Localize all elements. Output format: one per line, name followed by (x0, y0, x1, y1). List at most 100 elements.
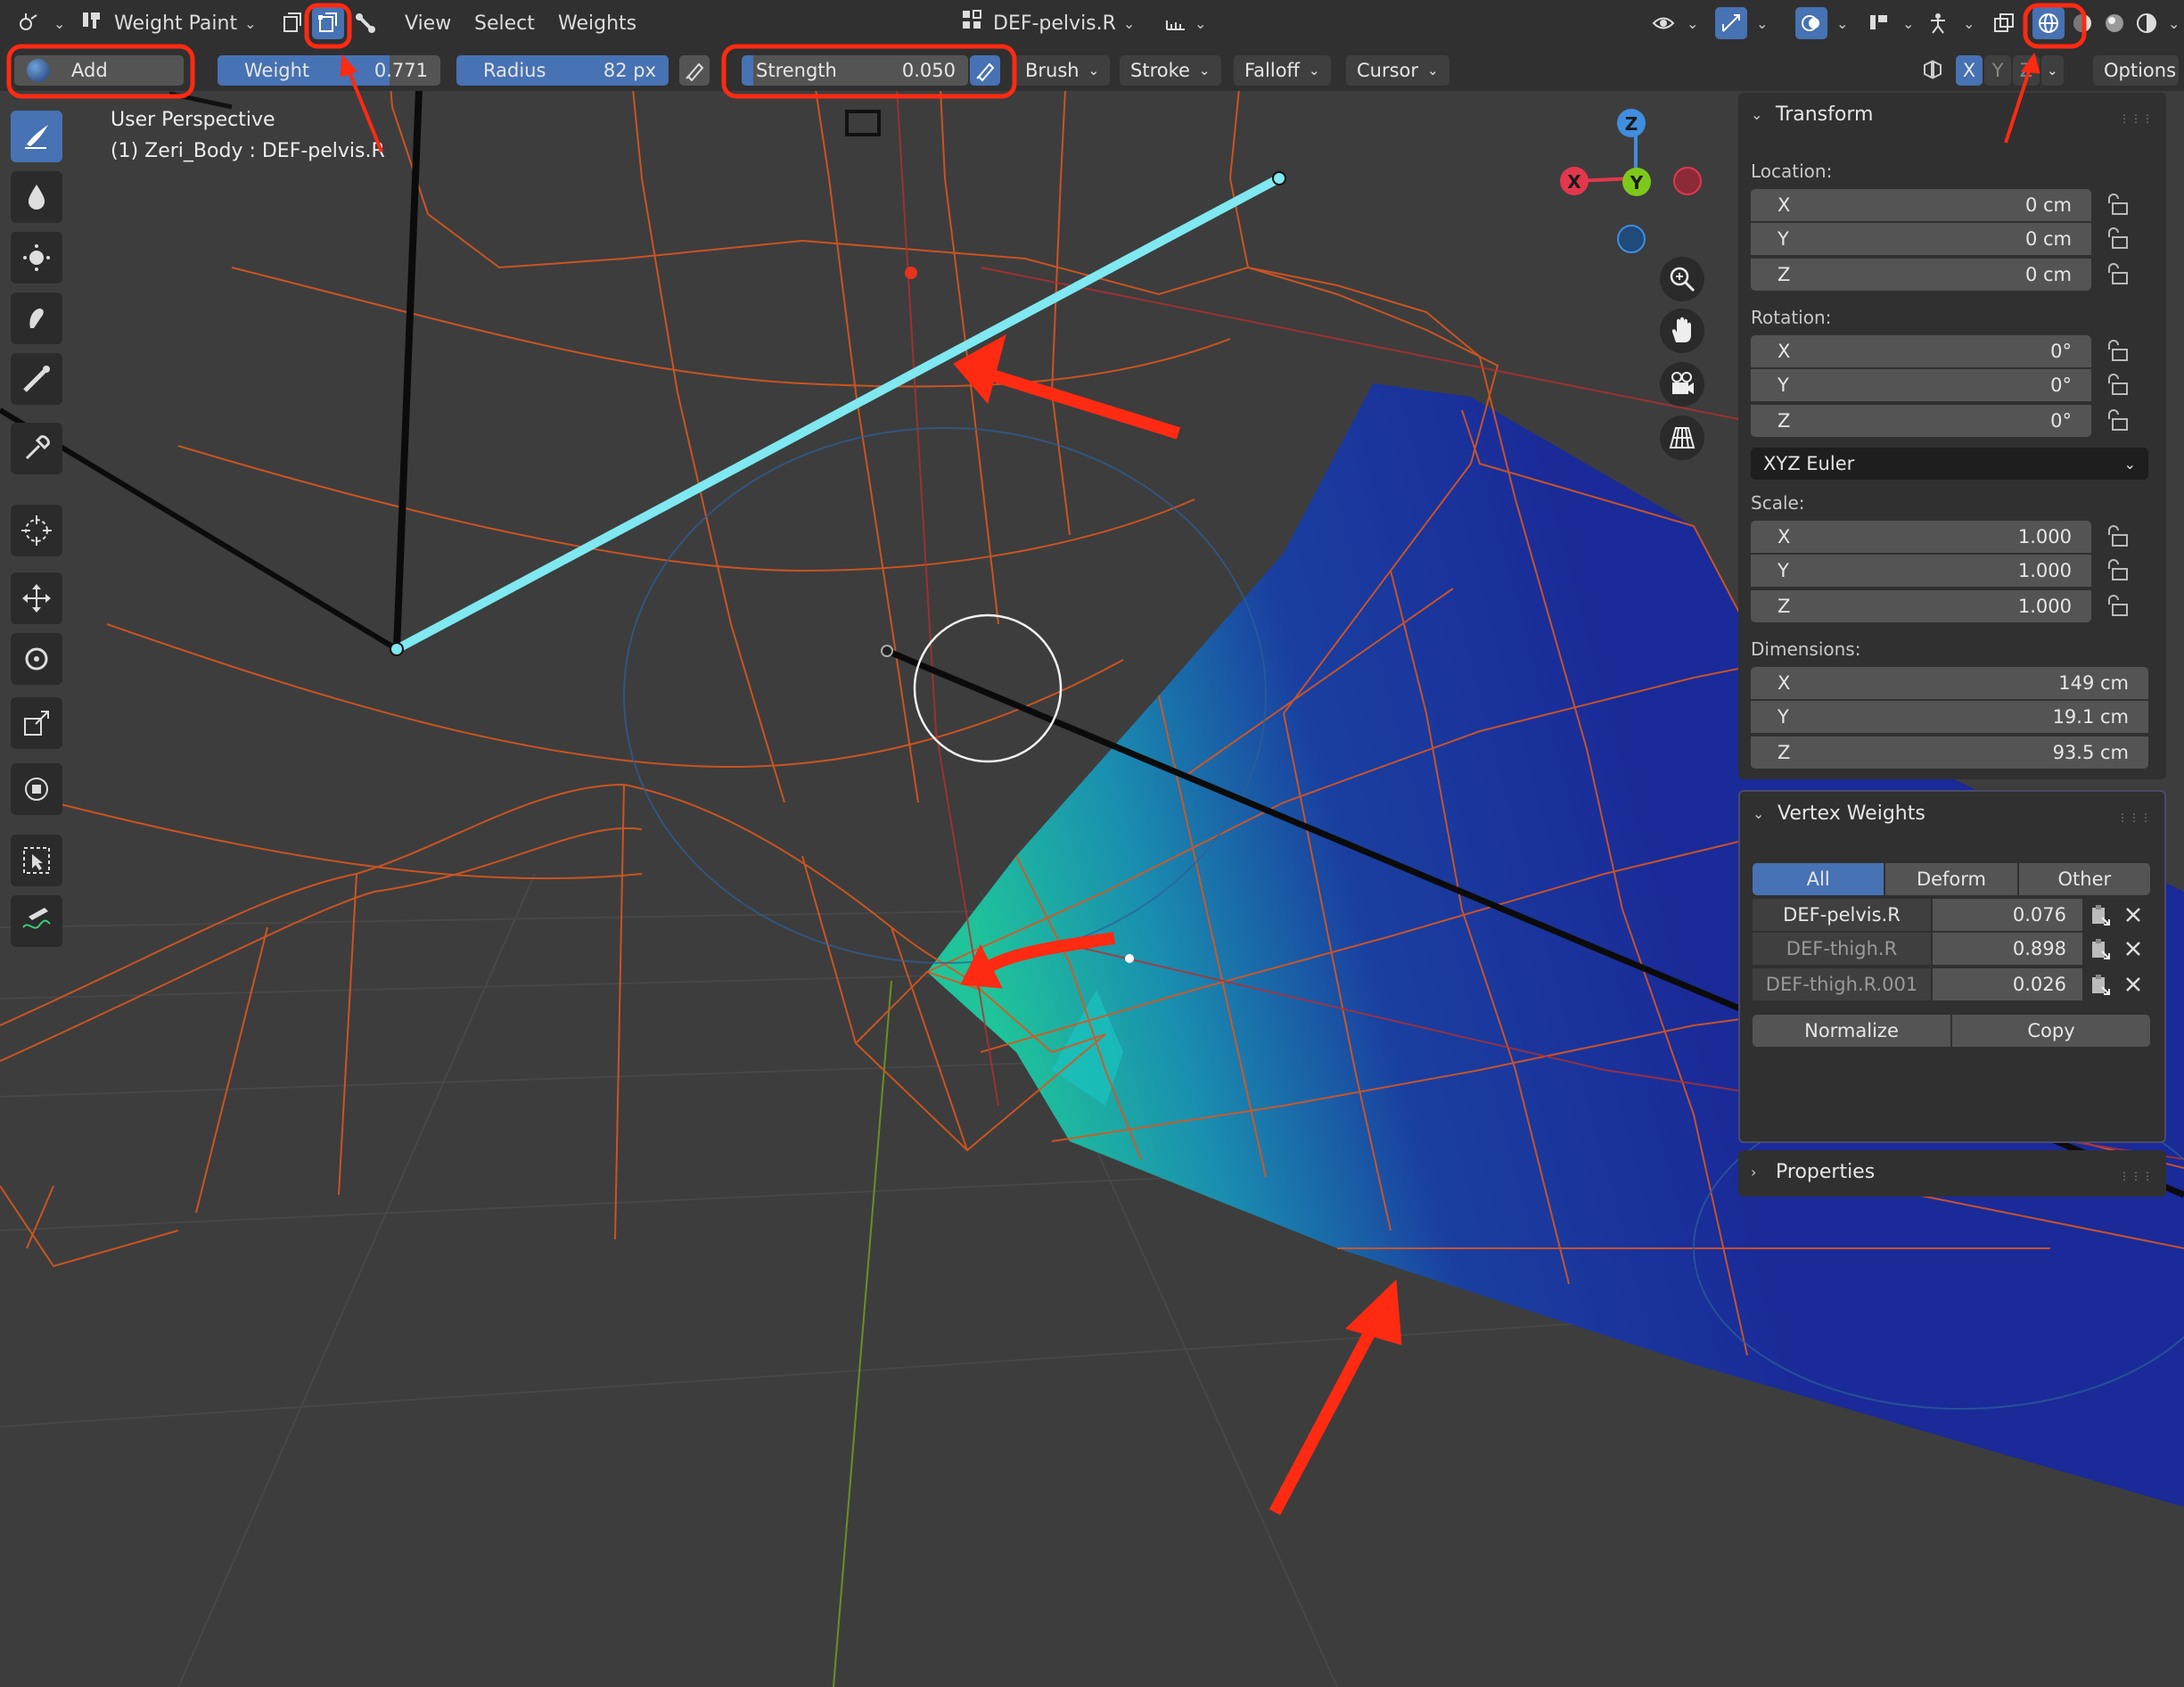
overlay-chevron[interactable]: ⌄ (1829, 5, 1848, 41)
pivot-dropdown[interactable]: ⌄ (1164, 5, 1206, 41)
material-shading-icon[interactable] (2098, 7, 2131, 39)
transform-panel-header[interactable]: ⌄ Transform (1751, 103, 1873, 126)
strength-pressure-icon[interactable] (970, 55, 1000, 86)
vertex-mask-icon[interactable] (312, 7, 344, 39)
active-bone-dropdown[interactable]: DEF-pelvis.R ⌄ (961, 5, 1135, 41)
weight-slider[interactable]: Weight 0.771 (218, 55, 440, 86)
armature-overlay-chevron[interactable]: ⌄ (1956, 5, 1975, 41)
dimensions-x-field[interactable]: X 149 cm (1751, 667, 2148, 699)
menu-view[interactable]: View (405, 5, 451, 41)
paste-weight-icon[interactable] (2082, 899, 2116, 931)
lock-icon[interactable] (2106, 191, 2132, 218)
zoom-button[interactable] (1660, 257, 1704, 301)
annotate-tool[interactable] (11, 895, 62, 947)
remove-weight-icon[interactable] (2116, 933, 2150, 965)
mirror-z-toggle[interactable]: Z (2013, 55, 2040, 86)
tab-all[interactable]: All (1753, 863, 1884, 895)
rotate-tool[interactable] (11, 633, 62, 685)
paste-weight-icon[interactable] (2082, 968, 2116, 1000)
rotation-y-field[interactable]: Y 0° (1751, 369, 2091, 401)
smear-tool[interactable] (11, 292, 62, 344)
stroke-dropdown[interactable]: Stroke ⌄ (1120, 55, 1221, 86)
vertex-weights-header[interactable]: ⌄ Vertex Weights (1753, 802, 1925, 825)
falloff-dropdown[interactable]: Falloff ⌄ (1234, 55, 1331, 86)
transform-tool[interactable] (11, 763, 62, 815)
cursor-dropdown[interactable]: Cursor ⌄ (1346, 55, 1449, 86)
gizmo-toggle-icon[interactable] (1715, 7, 1747, 39)
rotation-z-field[interactable]: Z 0° (1751, 405, 2091, 437)
vertex-group-weight[interactable]: 0.898 (1933, 933, 2082, 965)
bone-overlay-icon[interactable] (1863, 7, 1895, 39)
face-mask-icon[interactable] (276, 7, 308, 39)
properties-panel-header[interactable]: › Properties (1751, 1161, 1875, 1183)
armature-overlay-icon[interactable] (1922, 7, 1954, 39)
overlay-toggle-icon[interactable] (1795, 7, 1827, 39)
lock-icon[interactable] (2106, 407, 2132, 433)
wireframe-shading-icon[interactable] (2032, 7, 2065, 39)
brush-dropdown[interactable]: Brush ⌄ (1014, 55, 1111, 86)
paste-weight-icon[interactable] (2082, 933, 2116, 965)
copy-button[interactable]: Copy (1952, 1015, 2150, 1047)
symmetry-icon[interactable] (1917, 53, 1949, 86)
vertex-group-name[interactable]: DEF-pelvis.R (1753, 899, 1931, 931)
visibility-chevron[interactable]: ⌄ (1679, 5, 1698, 41)
menu-select[interactable]: Select (474, 5, 535, 41)
lock-icon[interactable] (2106, 523, 2132, 549)
tab-deform[interactable]: Deform (1885, 863, 2017, 895)
dimensions-z-field[interactable]: Z 93.5 cm (1751, 737, 2148, 769)
average-tool[interactable] (11, 232, 62, 284)
location-z-field[interactable]: Z 0 cm (1751, 259, 2091, 291)
lock-icon[interactable] (2106, 556, 2132, 583)
camera-view-button[interactable] (1660, 362, 1704, 407)
menu-weights[interactable]: Weights (558, 5, 636, 41)
pan-button[interactable] (1660, 309, 1704, 353)
lock-icon[interactable] (2106, 592, 2132, 619)
scale-z-field[interactable]: Z 1.000 (1751, 590, 2091, 622)
lock-icon[interactable] (2106, 371, 2132, 398)
scale-tool[interactable] (11, 697, 62, 749)
symmetry-chevron[interactable]: ⌄ (2041, 55, 2064, 86)
drag-grip-icon[interactable]: ⋮⋮⋮ (2119, 1170, 2154, 1182)
normalize-button[interactable]: Normalize (1753, 1015, 1950, 1047)
lock-icon[interactable] (2106, 260, 2132, 287)
location-x-field[interactable]: X 0 cm (1751, 189, 2091, 221)
draw-tool[interactable] (11, 111, 62, 162)
lock-icon[interactable] (2106, 337, 2132, 364)
move-tool[interactable] (11, 572, 62, 624)
shading-chevron[interactable]: ⌄ (2161, 5, 2180, 41)
vertex-group-weight[interactable]: 0.026 (1933, 968, 2082, 1000)
cursor-tool[interactable] (11, 505, 62, 556)
radius-field[interactable]: Radius 82 px (456, 55, 669, 86)
vertex-group-weight[interactable]: 0.076 (1933, 899, 2082, 931)
ortho-toggle-button[interactable] (1660, 416, 1704, 460)
location-y-field[interactable]: Y 0 cm (1751, 223, 2091, 255)
rotation-mode-dropdown[interactable]: XYZ Euler ⌄ (1751, 448, 2148, 480)
editor-type-icon[interactable] (12, 7, 45, 39)
scale-x-field[interactable]: X 1.000 (1751, 521, 2091, 553)
editor-type-chevron[interactable]: ⌄ (46, 5, 65, 41)
gizmo-chevron[interactable]: ⌄ (1749, 5, 1768, 41)
remove-weight-icon[interactable] (2116, 899, 2150, 931)
xray-toggle-icon[interactable] (1988, 7, 2020, 39)
options-dropdown[interactable]: Options (2093, 55, 2179, 86)
radius-pressure-icon[interactable] (679, 55, 710, 86)
tab-other[interactable]: Other (2018, 863, 2150, 895)
lock-icon[interactable] (2106, 225, 2132, 251)
strength-slider[interactable]: Strength 0.050 (742, 55, 968, 86)
drag-grip-icon[interactable]: ⋮⋮⋮ (2117, 811, 2152, 824)
bone-overlay-chevron[interactable]: ⌄ (1895, 5, 1914, 41)
mode-dropdown[interactable]: Weight Paint ⌄ (80, 5, 257, 41)
vertex-group-name[interactable]: DEF-thigh.R.001 (1753, 968, 1931, 1000)
mirror-y-toggle[interactable]: Y (1984, 55, 2011, 86)
rendered-shading-icon[interactable] (2131, 7, 2163, 39)
scale-y-field[interactable]: Y 1.000 (1751, 555, 2091, 587)
dimensions-y-field[interactable]: Y 19.1 cm (1751, 701, 2148, 733)
select-box-tool[interactable] (11, 835, 62, 886)
solid-shading-icon[interactable] (2066, 7, 2098, 39)
bone-select-icon[interactable] (349, 7, 382, 39)
visibility-icon[interactable] (1647, 7, 1679, 39)
blur-tool[interactable] (11, 171, 62, 223)
rotation-x-field[interactable]: X 0° (1751, 335, 2091, 367)
blend-mode-dropdown[interactable]: Add (14, 55, 184, 86)
sample-weight-tool[interactable] (11, 423, 62, 474)
